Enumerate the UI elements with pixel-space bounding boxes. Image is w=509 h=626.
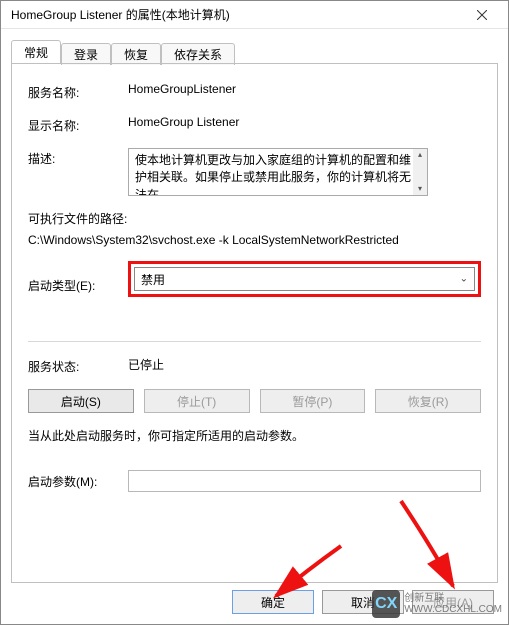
cancel-button[interactable]: 取消 <box>322 590 404 614</box>
start-button[interactable]: 启动(S) <box>28 389 134 413</box>
resume-button: 恢复(R) <box>375 389 481 413</box>
close-icon <box>477 10 487 20</box>
row-service-name: 服务名称: HomeGroupListener <box>28 82 481 101</box>
exe-path-block: 可执行文件的路径: C:\Windows\System32\svchost.ex… <box>28 210 481 247</box>
titlebar: HomeGroup Listener 的属性(本地计算机) <box>1 1 508 29</box>
value-exe-path: C:\Windows\System32\svchost.exe -k Local… <box>28 233 481 247</box>
separator <box>28 341 481 342</box>
label-description: 描述: <box>28 148 128 167</box>
apply-button: 应用(A) <box>412 590 494 614</box>
dialog-button-row: 确定 取消 应用(A) <box>232 590 494 614</box>
chevron-down-icon: ⌄ <box>460 274 468 285</box>
description-textbox[interactable]: 使本地计算机更改与加入家庭组的计算机的配置和维护相关联。如果停止或禁用此服务，你… <box>128 148 428 196</box>
value-display-name: HomeGroup Listener <box>128 115 481 129</box>
row-service-status: 服务状态: 已停止 <box>28 356 481 375</box>
stop-button: 停止(T) <box>144 389 250 413</box>
startup-type-highlight: 禁用 ⌄ <box>128 261 481 297</box>
description-text: 使本地计算机更改与加入家庭组的计算机的配置和维护相关联。如果停止或禁用此服务，你… <box>135 153 411 196</box>
close-button[interactable] <box>462 5 502 25</box>
tab-logon[interactable]: 登录 <box>61 43 111 65</box>
client-area: 常规 登录 恢复 依存关系 服务名称: HomeGroupListener 显示… <box>1 29 508 583</box>
startup-hint: 当从此处启动服务时，你可指定所适用的启动参数。 <box>28 427 481 444</box>
label-service-name: 服务名称: <box>28 82 128 101</box>
startup-type-select[interactable]: 禁用 ⌄ <box>134 267 475 291</box>
service-button-row: 启动(S) 停止(T) 暂停(P) 恢复(R) <box>28 389 481 413</box>
window-title: HomeGroup Listener 的属性(本地计算机) <box>11 6 462 23</box>
label-startup-type: 启动类型(E): <box>28 275 128 294</box>
tab-general[interactable]: 常规 <box>11 40 61 64</box>
description-scrollbar[interactable]: ▴ ▾ <box>413 149 427 195</box>
start-params-input <box>128 470 481 492</box>
window: HomeGroup Listener 的属性(本地计算机) 常规 登录 恢复 依… <box>0 0 509 625</box>
label-service-status: 服务状态: <box>28 356 128 375</box>
tab-recovery[interactable]: 恢复 <box>111 43 161 65</box>
row-startup-type: 启动类型(E): 禁用 ⌄ <box>28 261 481 307</box>
ok-button[interactable]: 确定 <box>232 590 314 614</box>
tab-dependencies[interactable]: 依存关系 <box>161 43 235 65</box>
row-start-params: 启动参数(M): <box>28 470 481 492</box>
scroll-down-icon: ▾ <box>418 183 422 195</box>
startup-type-value: 禁用 <box>141 271 165 288</box>
tabpanel-general: 服务名称: HomeGroupListener 显示名称: HomeGroup … <box>11 63 498 583</box>
row-description: 描述: 使本地计算机更改与加入家庭组的计算机的配置和维护相关联。如果停止或禁用此… <box>28 148 481 196</box>
row-display-name: 显示名称: HomeGroup Listener <box>28 115 481 134</box>
value-service-name: HomeGroupListener <box>128 82 481 96</box>
tabstrip: 常规 登录 恢复 依存关系 <box>11 39 498 63</box>
scroll-up-icon: ▴ <box>418 149 422 161</box>
label-exe-path: 可执行文件的路径: <box>28 210 481 227</box>
pause-button: 暂停(P) <box>260 389 366 413</box>
value-service-status: 已停止 <box>128 356 481 373</box>
label-display-name: 显示名称: <box>28 115 128 134</box>
label-start-params: 启动参数(M): <box>28 473 128 490</box>
